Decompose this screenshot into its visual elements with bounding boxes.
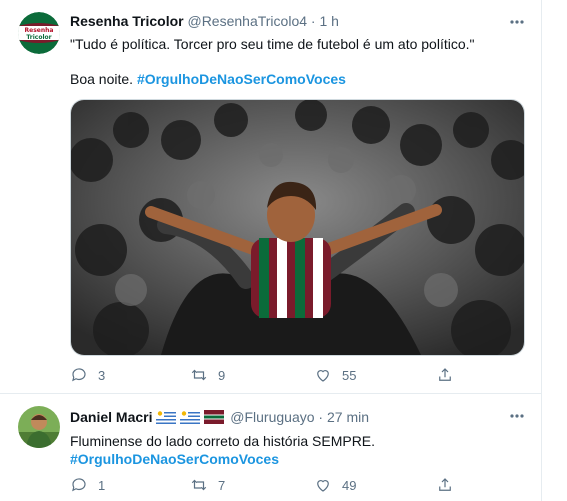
like-icon xyxy=(317,480,329,492)
like-count: 49 xyxy=(342,477,357,493)
tweet-header: Daniel Macri @Fluruguayo · 27 min xyxy=(70,408,369,428)
timestamp[interactable]: 27 min xyxy=(327,409,369,425)
tweet-text-line-2: Boa noite. #OrgulhoDeNaoSerComoVoces xyxy=(70,70,346,89)
handle[interactable]: @Fluruguayo xyxy=(230,409,314,425)
retweet-count: 7 xyxy=(218,477,226,493)
flag-icons xyxy=(156,410,226,428)
share-icon xyxy=(439,478,451,491)
flag-fluminense-icon xyxy=(204,410,225,424)
avatar[interactable] xyxy=(18,406,60,448)
flag-uruguay-icon xyxy=(180,410,201,424)
timestamp[interactable]: 1 h xyxy=(319,13,338,29)
avatar[interactable]: Resenha Tricolor xyxy=(18,12,60,54)
tweet-actions: 3 9 55 xyxy=(70,366,470,386)
reply-icon xyxy=(72,368,86,382)
retweet-count: 9 xyxy=(218,367,226,383)
more-icon xyxy=(510,20,524,24)
more-button[interactable] xyxy=(507,12,527,32)
tweet-resenha-tricolor[interactable]: Resenha Tricolor Resenha Tricolor @Resen… xyxy=(0,0,541,394)
share-button[interactable] xyxy=(436,366,454,384)
photo-fan-on-shoulders xyxy=(71,100,524,355)
like-count: 55 xyxy=(342,367,357,383)
tweet-header: Resenha Tricolor @ResenhaTricolo4 · 1 h xyxy=(70,12,339,30)
more-icon xyxy=(510,414,524,418)
like-icon xyxy=(317,370,329,382)
timeline: Resenha Tricolor Resenha Tricolor @Resen… xyxy=(0,0,542,501)
avatar-logo-text-1: Resenha xyxy=(25,27,54,34)
retweet-icon xyxy=(191,479,207,491)
retweet-button[interactable]: 7 xyxy=(190,476,225,494)
tweet-text-line-1: "Tudo é política. Torcer pro seu time de… xyxy=(70,36,475,52)
tweet-text-plain: Boa noite. xyxy=(70,71,137,87)
like-button[interactable]: 49 xyxy=(314,476,356,494)
display-name[interactable]: Resenha Tricolor xyxy=(70,13,184,29)
flag-uruguay-icon xyxy=(156,410,177,424)
separator: · xyxy=(310,13,316,29)
tweet-text-line-2: #OrgulhoDeNaoSerComoVoces xyxy=(70,450,279,469)
reply-button[interactable]: 3 xyxy=(70,366,105,384)
like-button[interactable]: 55 xyxy=(314,366,356,384)
reply-icon xyxy=(72,478,86,492)
tweet-daniel-macri[interactable]: Daniel Macri @Fluruguayo · 27 min Flumin… xyxy=(0,394,541,501)
tweet-text-line-1: Fluminense do lado correto da história S… xyxy=(70,433,376,449)
handle[interactable]: @ResenhaTricolo4 xyxy=(187,13,307,29)
hashtag-link[interactable]: #OrgulhoDeNaoSerComoVoces xyxy=(70,451,279,467)
reply-count: 1 xyxy=(98,477,106,493)
hashtag-link[interactable]: #OrgulhoDeNaoSerComoVoces xyxy=(137,71,346,87)
tweet-actions: 1 7 49 xyxy=(70,476,470,496)
reply-count: 3 xyxy=(98,367,106,383)
share-button[interactable] xyxy=(436,476,454,494)
reply-button[interactable]: 1 xyxy=(70,476,105,494)
share-icon xyxy=(439,368,451,381)
separator: · xyxy=(318,409,324,425)
more-button[interactable] xyxy=(507,406,527,426)
display-name[interactable]: Daniel Macri xyxy=(70,409,152,425)
retweet-button[interactable]: 9 xyxy=(190,366,225,384)
avatar-logo-text-2: Tricolor xyxy=(26,34,51,41)
retweet-icon xyxy=(191,369,207,381)
tweet-photo[interactable] xyxy=(70,99,525,356)
